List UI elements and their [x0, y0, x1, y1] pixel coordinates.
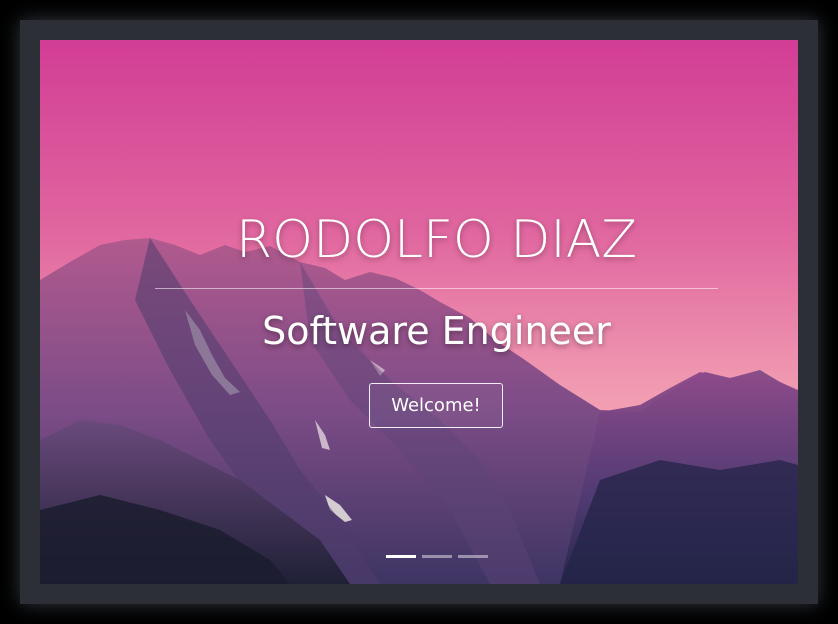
hero-content: RODOLFO DIAZ Software Engineer Welcome!: [40, 40, 798, 584]
carousel-indicator-2[interactable]: [422, 555, 452, 558]
hero-job-title: Software Engineer: [262, 309, 611, 353]
welcome-button[interactable]: Welcome!: [369, 383, 503, 428]
carousel-indicators: [386, 555, 488, 559]
hero-divider: [155, 288, 718, 289]
hero-name: RODOLFO DIAZ: [236, 210, 637, 270]
hero-carousel: RODOLFO DIAZ Software Engineer Welcome!: [40, 40, 798, 584]
carousel-indicator-1[interactable]: [386, 555, 416, 558]
carousel-indicator-3[interactable]: [458, 555, 488, 558]
page-background: RODOLFO DIAZ Software Engineer Welcome!: [0, 0, 838, 624]
